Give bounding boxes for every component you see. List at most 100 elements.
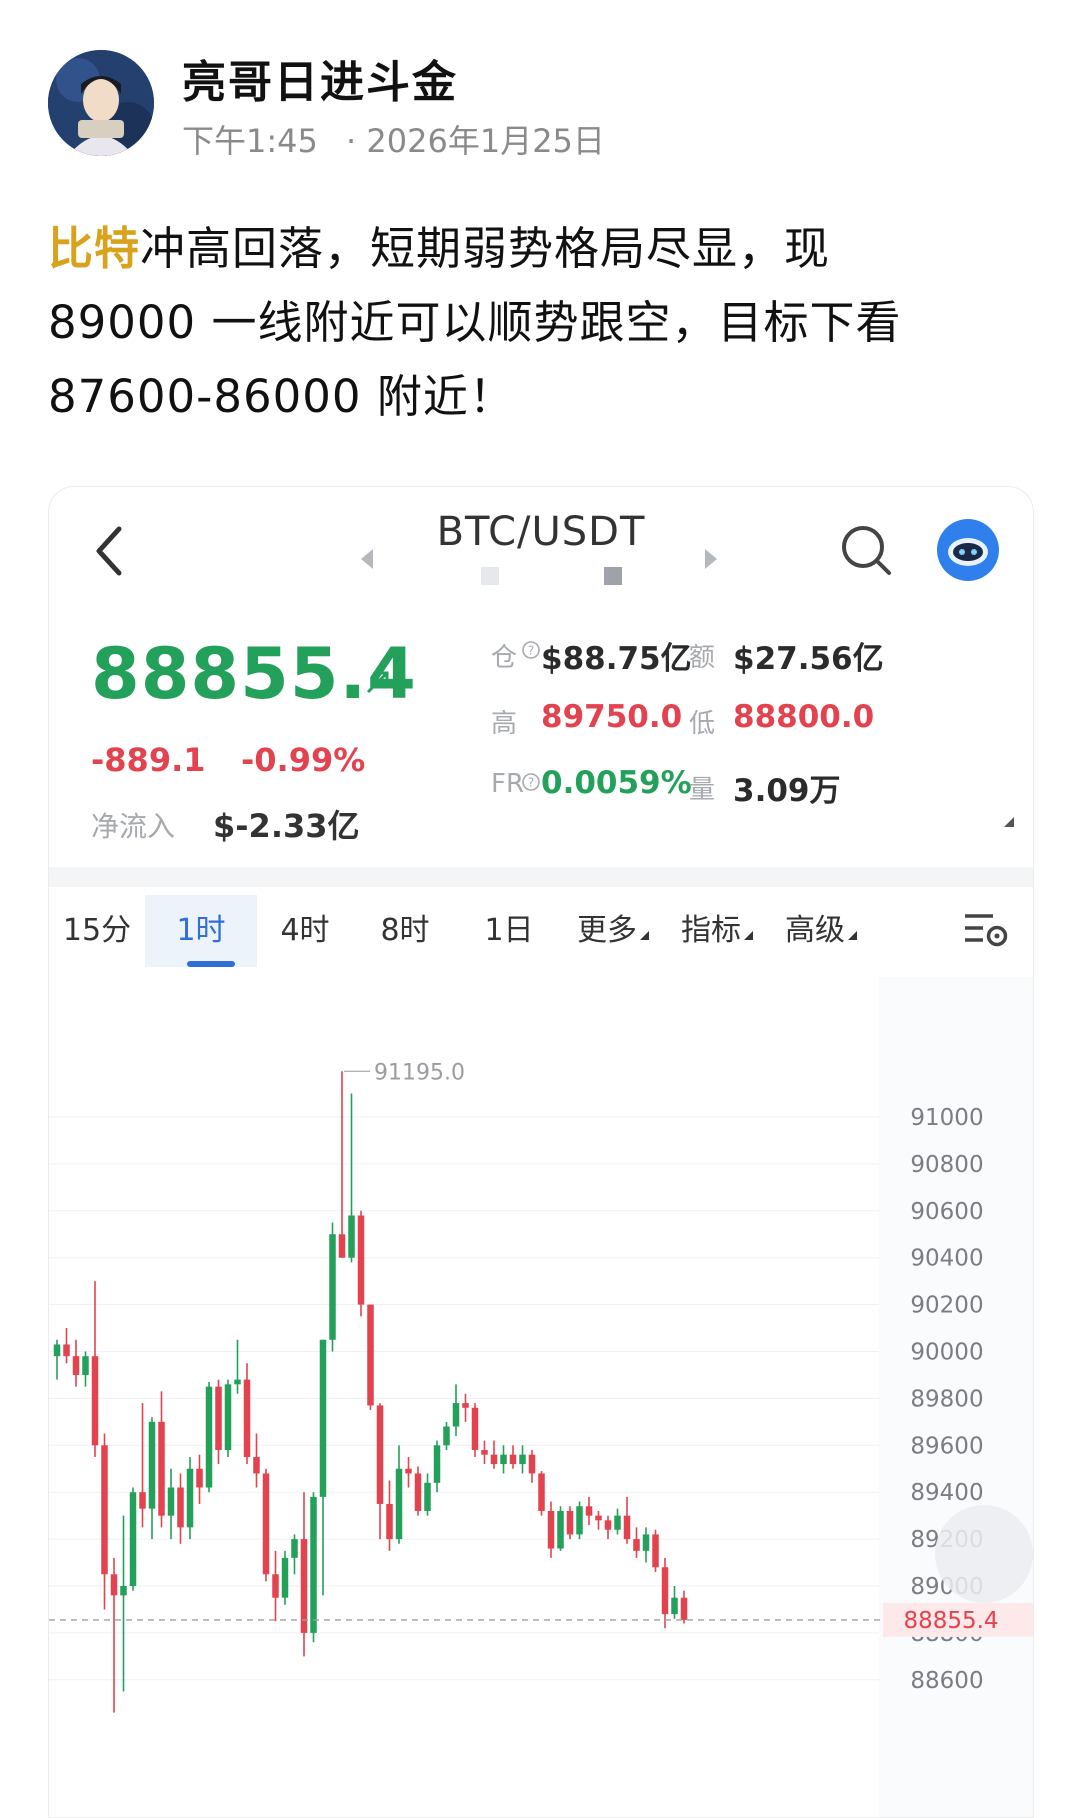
y-tick-label: 90400 (910, 1246, 983, 1272)
candle-body (680, 1597, 688, 1620)
author-name[interactable]: 亮哥日进斗金 (182, 46, 458, 110)
tab-more-label: 更多 (577, 913, 637, 948)
candle-body (167, 1487, 175, 1516)
candle-body (82, 1356, 89, 1375)
candle-body (272, 1574, 279, 1598)
dropdown-caret-icon (640, 931, 649, 940)
volume-label: 量 (689, 775, 716, 805)
tab-more[interactable]: 更多 (561, 895, 665, 967)
tab-4h[interactable]: 4时 (257, 895, 353, 967)
candlestick-chart[interactable]: 91000 90800 90600 90400 90200 90000 89800 89600… (49, 977, 1033, 1817)
y-tick-label: 90000 (910, 1340, 983, 1366)
y-tick-label: 89800 (910, 1386, 983, 1412)
candle-body (338, 1234, 346, 1258)
dropdown-caret-icon (744, 931, 753, 940)
post-line-3: 87600-86000 附近！ (48, 370, 515, 423)
candle-body (557, 1510, 564, 1549)
y-tick-label: 89600 (910, 1433, 983, 1459)
candle-body (386, 1503, 393, 1540)
svg-text:?: ? (528, 644, 534, 658)
tab-indicators-label: 指标 (681, 913, 741, 948)
page-indicator-dot-active (604, 567, 622, 585)
candle-body (604, 1520, 612, 1530)
candle-body (262, 1473, 270, 1575)
tab-8h[interactable]: 8时 (353, 895, 457, 967)
tab-1d[interactable]: 1日 (457, 895, 561, 967)
candle-body (509, 1454, 517, 1465)
search-icon[interactable] (839, 523, 893, 577)
candle-body (623, 1515, 631, 1540)
candle-body (224, 1384, 232, 1450)
candle-body (63, 1344, 70, 1357)
candle-body (547, 1510, 555, 1549)
candle-body (642, 1534, 650, 1551)
candle-body (471, 1407, 479, 1450)
candle-body (177, 1487, 184, 1528)
netflow-label: 净流入 (91, 810, 176, 843)
price-change: -889.1 (91, 741, 206, 779)
candle-body (148, 1421, 156, 1509)
highlight-keyword: 比特 (48, 222, 141, 275)
info-question-icon[interactable]: ? (521, 772, 541, 792)
peak-price-label: 91195.0 (374, 1060, 465, 1085)
candle-body (101, 1445, 108, 1575)
candle-body (129, 1492, 137, 1586)
trading-screenshot-card[interactable]: BTC/USDT 88855.4 -889.1 -0.99% 净流入 $-2.3… (48, 486, 1034, 1818)
y-tick-label: 88600 (910, 1668, 983, 1694)
high-value: 89750.0 (541, 699, 683, 735)
trend-up-arrow-icon (366, 671, 389, 694)
candle-body (452, 1403, 460, 1427)
candle-body (405, 1468, 412, 1474)
tab-1h[interactable]: 1时 (145, 895, 257, 967)
turnover-label: 额 (689, 643, 716, 673)
candle-body (414, 1473, 422, 1511)
tab-advanced[interactable]: 高级 (769, 895, 873, 967)
candle-body (566, 1510, 574, 1535)
funding-rate-label: FR (491, 769, 525, 799)
candle-body (91, 1356, 99, 1446)
assistant-robot-icon[interactable] (937, 519, 999, 581)
candle-body (215, 1386, 222, 1450)
y-tick-label: 90800 (910, 1152, 983, 1178)
candle-body (367, 1304, 374, 1406)
y-tick-label: 90600 (910, 1199, 983, 1225)
high-label: 高 (491, 709, 518, 739)
candle-body (443, 1426, 450, 1446)
next-pair-arrow-icon[interactable] (705, 549, 717, 569)
candle-body (310, 1496, 317, 1633)
tab-15min[interactable]: 15分 (49, 895, 145, 967)
candle-body (595, 1515, 602, 1521)
avatar-portrait-icon (48, 50, 154, 156)
section-divider (49, 867, 1033, 887)
tab-indicators[interactable]: 指标 (665, 895, 769, 967)
candle-body (53, 1344, 61, 1357)
candle-body (291, 1539, 298, 1558)
candle-body (528, 1454, 536, 1474)
candle-body (281, 1557, 289, 1598)
author-avatar[interactable] (48, 50, 154, 156)
floating-action-button[interactable] (935, 1505, 1033, 1603)
y-tick-label: 90200 (910, 1293, 983, 1319)
candle-body (633, 1539, 640, 1551)
tab-advanced-label: 高级 (785, 913, 845, 948)
candle-body (300, 1539, 308, 1633)
candle-body (671, 1597, 678, 1615)
open-interest-label: 仓 (491, 643, 518, 673)
turnover-value: $27.56亿 (733, 641, 884, 677)
candle-body (652, 1534, 659, 1568)
low-value: 88800.0 (733, 699, 875, 735)
post-date: · 2026年1月25日 (346, 122, 605, 160)
candle-body (576, 1506, 583, 1535)
chart-settings-icon[interactable] (963, 907, 1009, 953)
candle-body (424, 1482, 431, 1511)
expand-corner-icon[interactable] (1004, 817, 1014, 827)
info-question-icon[interactable]: ? (521, 640, 541, 660)
volume-value: 3.09万 (733, 773, 841, 809)
candle-body (490, 1454, 498, 1465)
candle-body (395, 1468, 403, 1540)
funding-rate-value: 0.0059% (541, 765, 692, 801)
active-tab-indicator (187, 961, 235, 967)
y-tick-label: 89400 (910, 1480, 983, 1506)
candle-body (110, 1574, 118, 1596)
price-change-percent: -0.99% (241, 741, 366, 779)
